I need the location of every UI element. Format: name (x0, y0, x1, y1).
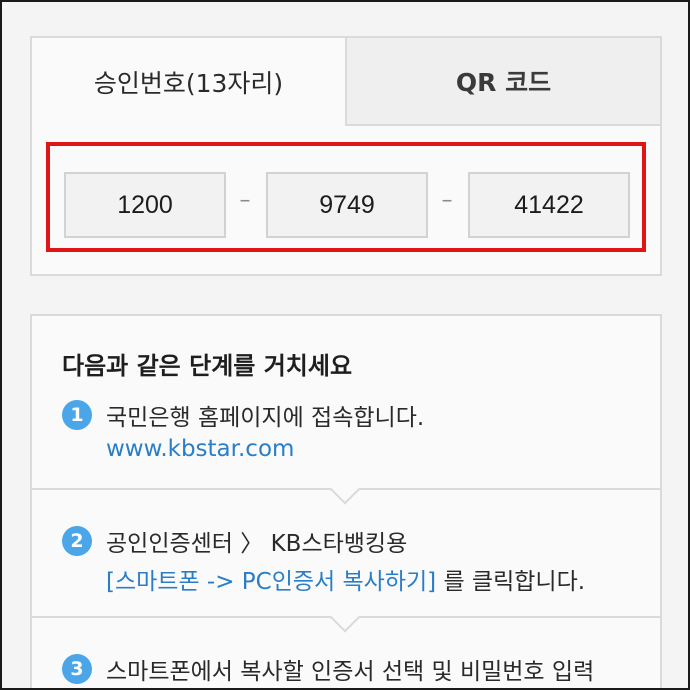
approval-code-highlight: 1200 – 9749 – 41422 (46, 142, 646, 252)
chevron-down-icon (329, 601, 361, 633)
copy-certificate-link[interactable]: [스마트폰 -> PC인증서 복사하기] (106, 569, 436, 595)
kbstar-link[interactable]: www.kbstar.com (106, 436, 294, 462)
step-link-line: [스마트폰 -> PC인증서 복사하기] 를 클릭합니다. (106, 562, 585, 596)
code-separator: – (441, 187, 453, 213)
tab-bar: 승인번호(13자리) QR 코드 (32, 38, 660, 126)
approval-code-part-3: 41422 (468, 172, 630, 238)
step-number-badge: 1 (62, 400, 92, 430)
step-text: 스마트폰에서 복사할 인증서 선택 및 비밀번호 입력 (106, 659, 595, 685)
approval-code-part-2: 9749 (266, 172, 428, 238)
step-text: 공인인증센터 〉 KB스타뱅킹용 (106, 531, 408, 557)
step-number-badge: 2 (62, 526, 92, 556)
tab-qr-code[interactable]: QR 코드 (345, 38, 660, 126)
approval-code-part-1-value: 1200 (117, 190, 173, 219)
tab-approval-number[interactable]: 승인번호(13자리) (32, 38, 345, 126)
chevron-down-icon (329, 473, 361, 505)
approval-code-part-2-value: 9749 (319, 190, 375, 219)
step-number-badge: 3 (62, 654, 92, 684)
approval-code-part-3-value: 41422 (514, 190, 584, 219)
tab-approval-label: 승인번호(13자리) (93, 69, 284, 98)
code-separator: – (239, 187, 251, 213)
page: 승인번호(13자리) QR 코드 1200 – 9749 – 41422 다음과… (2, 2, 688, 688)
step-link-line: www.kbstar.com (106, 436, 294, 462)
step-text: 국민은행 홈페이지에 접속합니다. (106, 405, 425, 431)
tab-qr-label: QR 코드 (455, 68, 552, 97)
approval-tab-card: 승인번호(13자리) QR 코드 1200 – 9749 – 41422 (30, 36, 662, 276)
step-text-suffix: 를 클릭합니다. (443, 569, 586, 595)
instructions-card: 다음과 같은 단계를 거치세요 1 국민은행 홈페이지에 접속합니다. www.… (30, 314, 662, 688)
approval-code-part-1: 1200 (64, 172, 226, 238)
instructions-title: 다음과 같은 단계를 거치세요 (62, 352, 353, 380)
